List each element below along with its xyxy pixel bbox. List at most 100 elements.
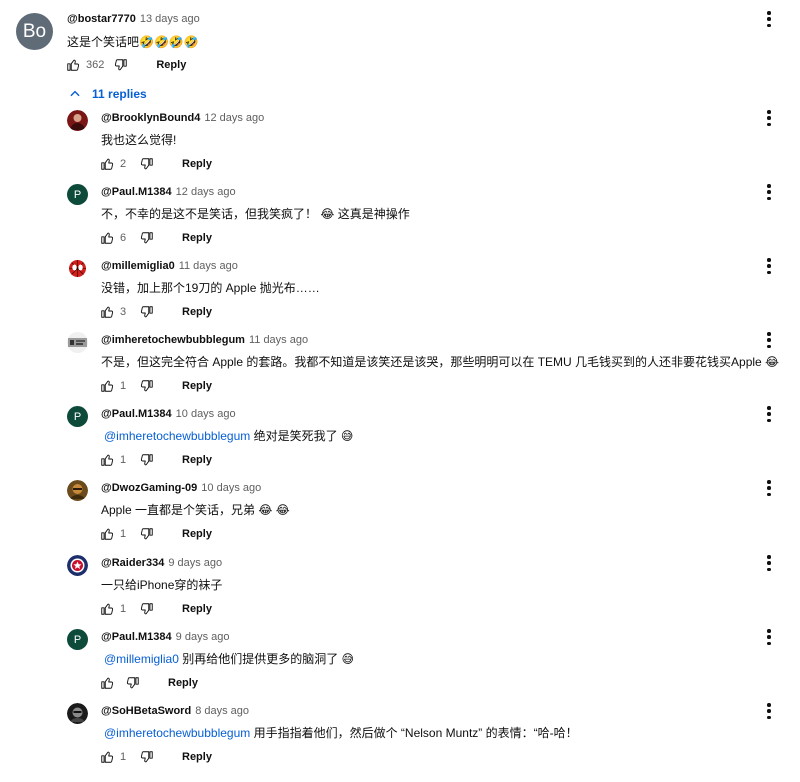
avatar[interactable] [67, 555, 88, 576]
author-handle[interactable]: @imheretochewbubblegum [101, 334, 245, 346]
reply-author[interactable]: @BrooklynBound4 12 days ago [101, 112, 264, 124]
author-handle[interactable]: @DwozGaming-09 [101, 482, 197, 494]
thumb-up-icon[interactable] [100, 750, 114, 764]
author-handle[interactable]: @Raider334 [101, 557, 164, 569]
reply-author[interactable]: @DwozGaming-09 10 days ago [101, 482, 261, 494]
thumb-down-icon[interactable] [114, 58, 128, 72]
reply-actions: Reply [100, 675, 198, 691]
reply-text-body: 没错，加上那个19刀的 Apple 抛光布…… [101, 281, 320, 295]
reply-button[interactable]: Reply [156, 59, 186, 71]
reply-button[interactable]: Reply [182, 454, 212, 466]
author-handle[interactable]: @Paul.M1384 [101, 631, 172, 643]
thumb-down-icon[interactable] [140, 453, 154, 467]
reply-author[interactable]: @SoHBetaSword 8 days ago [101, 705, 249, 717]
thumb-up-icon[interactable] [100, 305, 114, 319]
reply-author[interactable]: @millemiglia0 11 days ago [101, 260, 238, 272]
thumb-down-icon[interactable] [126, 676, 140, 690]
reply-time[interactable]: 12 days ago [204, 112, 264, 124]
more-options-icon[interactable] [767, 184, 771, 200]
reply-time[interactable]: 10 days ago [176, 408, 236, 420]
reply-time[interactable]: 9 days ago [176, 631, 230, 643]
reply-button[interactable]: Reply [182, 751, 212, 763]
author-handle[interactable]: @millemiglia0 [101, 260, 175, 272]
more-options-icon[interactable] [767, 110, 771, 126]
reply-time[interactable]: 10 days ago [201, 482, 261, 494]
reply-actions: 1 Reply [100, 601, 212, 617]
reply-time[interactable]: 9 days ago [168, 557, 222, 569]
reply-time[interactable]: 8 days ago [195, 705, 249, 717]
avatar-initials: P [73, 188, 82, 201]
more-options-icon[interactable] [767, 11, 771, 27]
reply-button[interactable]: Reply [182, 306, 212, 318]
more-options-icon[interactable] [767, 703, 771, 719]
mention-link[interactable]: @imheretochewbubblegum [104, 726, 250, 740]
author-handle[interactable]: @Paul.M1384 [101, 408, 172, 420]
thumb-up-icon[interactable] [100, 231, 114, 245]
thumb-up-icon[interactable] [100, 379, 114, 393]
avatar[interactable]: Bo [16, 13, 53, 50]
reply-author[interactable]: @imheretochewbubblegum 11 days ago [101, 334, 308, 346]
reply-author[interactable]: @Raider334 9 days ago [101, 557, 222, 569]
reply-author[interactable]: @Paul.M1384 9 days ago [101, 631, 229, 643]
more-options-icon[interactable] [767, 332, 771, 348]
avatar[interactable]: P [67, 629, 88, 650]
author-handle[interactable]: @SoHBetaSword [101, 705, 191, 717]
replies-toggle-button[interactable]: 11 replies [68, 87, 147, 101]
avatar[interactable] [67, 258, 88, 279]
reply-text: 没错，加上那个19刀的 Apple 抛光布…… [101, 279, 320, 296]
mention-link[interactable]: @millemiglia0 [104, 652, 179, 666]
mention-link[interactable]: @imheretochewbubblegum [104, 429, 250, 443]
author-handle[interactable]: @Paul.M1384 [101, 186, 172, 198]
reply-text-body: Apple 一直都是个笑话，兄弟 😂 😂 [101, 503, 290, 517]
reply-text-body: 我也这么觉得! [101, 133, 177, 147]
thumb-up-icon[interactable] [100, 453, 114, 467]
reply-actions: 2 Reply [100, 156, 212, 172]
reply-actions: 3 Reply [100, 304, 212, 320]
thumb-up-icon[interactable] [100, 676, 114, 690]
author-handle[interactable]: @bostar7770 [67, 13, 136, 25]
thumb-down-icon[interactable] [140, 527, 154, 541]
reply-button[interactable]: Reply [182, 232, 212, 244]
reply-author[interactable]: @Paul.M1384 12 days ago [101, 186, 236, 198]
reply-text: 一只给iPhone穿的袜子 [101, 576, 222, 593]
thumb-up-icon[interactable] [100, 157, 114, 171]
more-options-icon[interactable] [767, 480, 771, 496]
thumb-down-icon[interactable] [140, 305, 154, 319]
reply-button[interactable]: Reply [168, 677, 198, 689]
more-options-icon[interactable] [767, 258, 771, 274]
thumb-up-icon[interactable] [100, 527, 114, 541]
reply-author[interactable]: @Paul.M1384 10 days ago [101, 408, 236, 420]
avatar[interactable] [67, 110, 88, 131]
more-options-icon[interactable] [767, 629, 771, 645]
comment-author[interactable]: @bostar7770 13 days ago [67, 13, 200, 25]
avatar[interactable] [67, 480, 88, 501]
thumb-down-icon[interactable] [140, 379, 154, 393]
like-count: 1 [120, 528, 127, 540]
reply-time[interactable]: 12 days ago [176, 186, 236, 198]
reply-button[interactable]: Reply [182, 380, 212, 392]
thumb-down-icon[interactable] [140, 750, 154, 764]
reply-time[interactable]: 11 days ago [249, 334, 308, 346]
thumb-up-icon[interactable] [66, 58, 80, 72]
thumb-down-icon[interactable] [140, 157, 154, 171]
avatar[interactable]: P [67, 184, 88, 205]
reply-button[interactable]: Reply [182, 158, 212, 170]
comment-time[interactable]: 13 days ago [140, 13, 200, 25]
reply-text: @imheretochewbubblegum 用手指指着他们，然后做个 “Nel… [104, 724, 578, 741]
reply-button[interactable]: Reply [182, 603, 212, 615]
thumb-up-icon[interactable] [100, 602, 114, 616]
avatar[interactable]: P [67, 406, 88, 427]
more-options-icon[interactable] [767, 406, 771, 422]
reply-text: Apple 一直都是个笑话，兄弟 😂 😂 [101, 501, 290, 518]
comment-actions: 362 Reply [66, 57, 186, 73]
like-count: 362 [86, 59, 105, 71]
reply-button[interactable]: Reply [182, 528, 212, 540]
reply-text: 我也这么觉得! [101, 131, 176, 148]
avatar[interactable] [67, 332, 88, 353]
more-options-icon[interactable] [767, 555, 771, 571]
reply-time[interactable]: 11 days ago [179, 260, 238, 272]
thumb-down-icon[interactable] [140, 231, 154, 245]
avatar[interactable] [67, 703, 88, 724]
author-handle[interactable]: @BrooklynBound4 [101, 112, 200, 124]
thumb-down-icon[interactable] [140, 602, 154, 616]
